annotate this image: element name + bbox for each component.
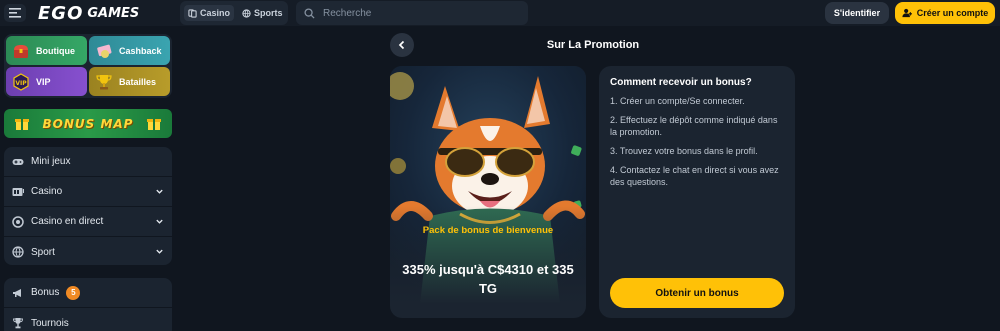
sidebar-item-tournaments[interactable]: Tournois bbox=[4, 308, 172, 331]
quick-link-label: VIP bbox=[36, 76, 51, 87]
sidebar-item-live-casino[interactable]: Casino en direct bbox=[4, 207, 172, 237]
quick-link-cashback[interactable]: Cashback bbox=[89, 36, 170, 65]
megaphone-icon bbox=[13, 288, 21, 297]
promo-value: 335% jusqu'à C$4310 et 335 TG bbox=[402, 262, 574, 296]
instruction-step: 1. Créer un compte/Se connecter. bbox=[610, 96, 745, 106]
menu-icon bbox=[9, 8, 21, 18]
slot-icon bbox=[12, 187, 24, 196]
quick-link-battles[interactable]: Batailles bbox=[89, 67, 170, 96]
tab-sports-label: Sports bbox=[254, 8, 283, 18]
trophy-icon bbox=[13, 318, 23, 329]
get-bonus-button[interactable]: Obtenir un bonus bbox=[610, 278, 784, 308]
sidebar-item-casino[interactable]: Casino bbox=[4, 177, 172, 207]
promo-card[interactable]: Pack de bonus de bienvenue 335% jusqu'à … bbox=[390, 66, 586, 318]
sidebar-item-label: Casino bbox=[31, 186, 63, 197]
chevron-down-icon bbox=[156, 249, 163, 254]
login-button[interactable]: S'identifier bbox=[825, 2, 889, 24]
register-button[interactable]: Créer un compte bbox=[895, 2, 995, 24]
chevron-down-icon bbox=[156, 189, 163, 194]
sidebar-menu-primary: Mini jeux Casino Casino en direct Sport bbox=[4, 147, 172, 265]
logo-sub-text: GAMES bbox=[87, 5, 140, 21]
cashback-icon bbox=[97, 44, 112, 58]
sidebar-item-bonus[interactable]: Bonus 5 bbox=[4, 278, 172, 308]
tab-casino[interactable]: Casino bbox=[184, 5, 235, 21]
quick-link-label: Boutique bbox=[36, 45, 75, 56]
chip-icon bbox=[12, 215, 24, 228]
instruction-step: 4. Contactez le chat en direct si vous a… bbox=[610, 165, 779, 187]
top-nav-tabs: Casino Sports bbox=[180, 1, 288, 25]
bonus-map-banner[interactable]: BONUS MAP bbox=[4, 109, 172, 138]
instruction-step: 3. Trouvez votre bonus dans le profil. bbox=[610, 146, 758, 156]
chevron-left-icon bbox=[398, 40, 405, 50]
top-header: EGO GAMES Casino Sports S'identifier Cré… bbox=[0, 0, 1000, 26]
quick-links-grid: Boutique Cashback VIP VIP Batailles bbox=[4, 34, 172, 98]
register-button-label: Créer un compte bbox=[916, 8, 989, 18]
vip-icon: VIP bbox=[13, 72, 29, 91]
quick-link-vip[interactable]: VIP VIP bbox=[6, 67, 87, 96]
gift-icon bbox=[15, 119, 29, 130]
search-input[interactable] bbox=[323, 7, 513, 19]
sidebar-item-label: Tournois bbox=[31, 317, 69, 329]
sidebar-item-label: Casino en direct bbox=[31, 216, 104, 227]
gift-icon bbox=[147, 119, 161, 130]
sidebar-item-label: Mini jeux bbox=[31, 156, 71, 167]
quick-link-label: Cashback bbox=[119, 45, 162, 56]
instructions-title: Comment recevoir un bonus? bbox=[610, 77, 752, 88]
menu-toggle-button[interactable] bbox=[4, 4, 26, 22]
bonus-instructions-card: Comment recevoir un bonus? 1. Créer un c… bbox=[599, 66, 795, 318]
gamepad-icon bbox=[12, 158, 24, 165]
page-title: Sur La Promotion bbox=[546, 39, 640, 51]
tab-casino-label: Casino bbox=[200, 8, 231, 18]
logo-main-text: EGO bbox=[38, 2, 84, 24]
sidebar-item-label: Sport bbox=[31, 246, 55, 258]
quick-link-label: Batailles bbox=[119, 76, 157, 87]
ball-icon bbox=[12, 246, 24, 258]
back-button[interactable] bbox=[390, 33, 414, 57]
sidebar-item-mini-games[interactable]: Mini jeux bbox=[4, 147, 172, 177]
tab-sports[interactable]: Sports bbox=[238, 5, 287, 21]
trophy-icon bbox=[96, 74, 112, 89]
chevron-down-icon bbox=[156, 219, 163, 224]
ball-icon bbox=[242, 8, 251, 18]
cards-icon bbox=[188, 8, 197, 18]
add-user-icon bbox=[902, 8, 912, 18]
site-logo[interactable]: EGO GAMES bbox=[38, 2, 139, 24]
instruction-step: 2. Effectuez le dépôt comme indiqué dans… bbox=[610, 115, 778, 137]
quick-link-shop[interactable]: Boutique bbox=[6, 36, 87, 65]
sidebar-item-sport[interactable]: Sport bbox=[4, 237, 172, 267]
sidebar-menu-secondary: Bonus 5 Tournois bbox=[4, 278, 172, 331]
sidebar-item-label: Bonus bbox=[31, 287, 60, 298]
promo-subtitle: Pack de bonus de bienvenue bbox=[422, 225, 554, 236]
search-icon bbox=[304, 7, 315, 19]
bonus-map-label: BONUS MAP bbox=[42, 116, 134, 131]
bonus-count-badge: 5 bbox=[66, 285, 81, 300]
search-bar bbox=[296, 1, 528, 25]
svg-text:VIP: VIP bbox=[15, 80, 27, 87]
chest-icon bbox=[14, 44, 28, 58]
